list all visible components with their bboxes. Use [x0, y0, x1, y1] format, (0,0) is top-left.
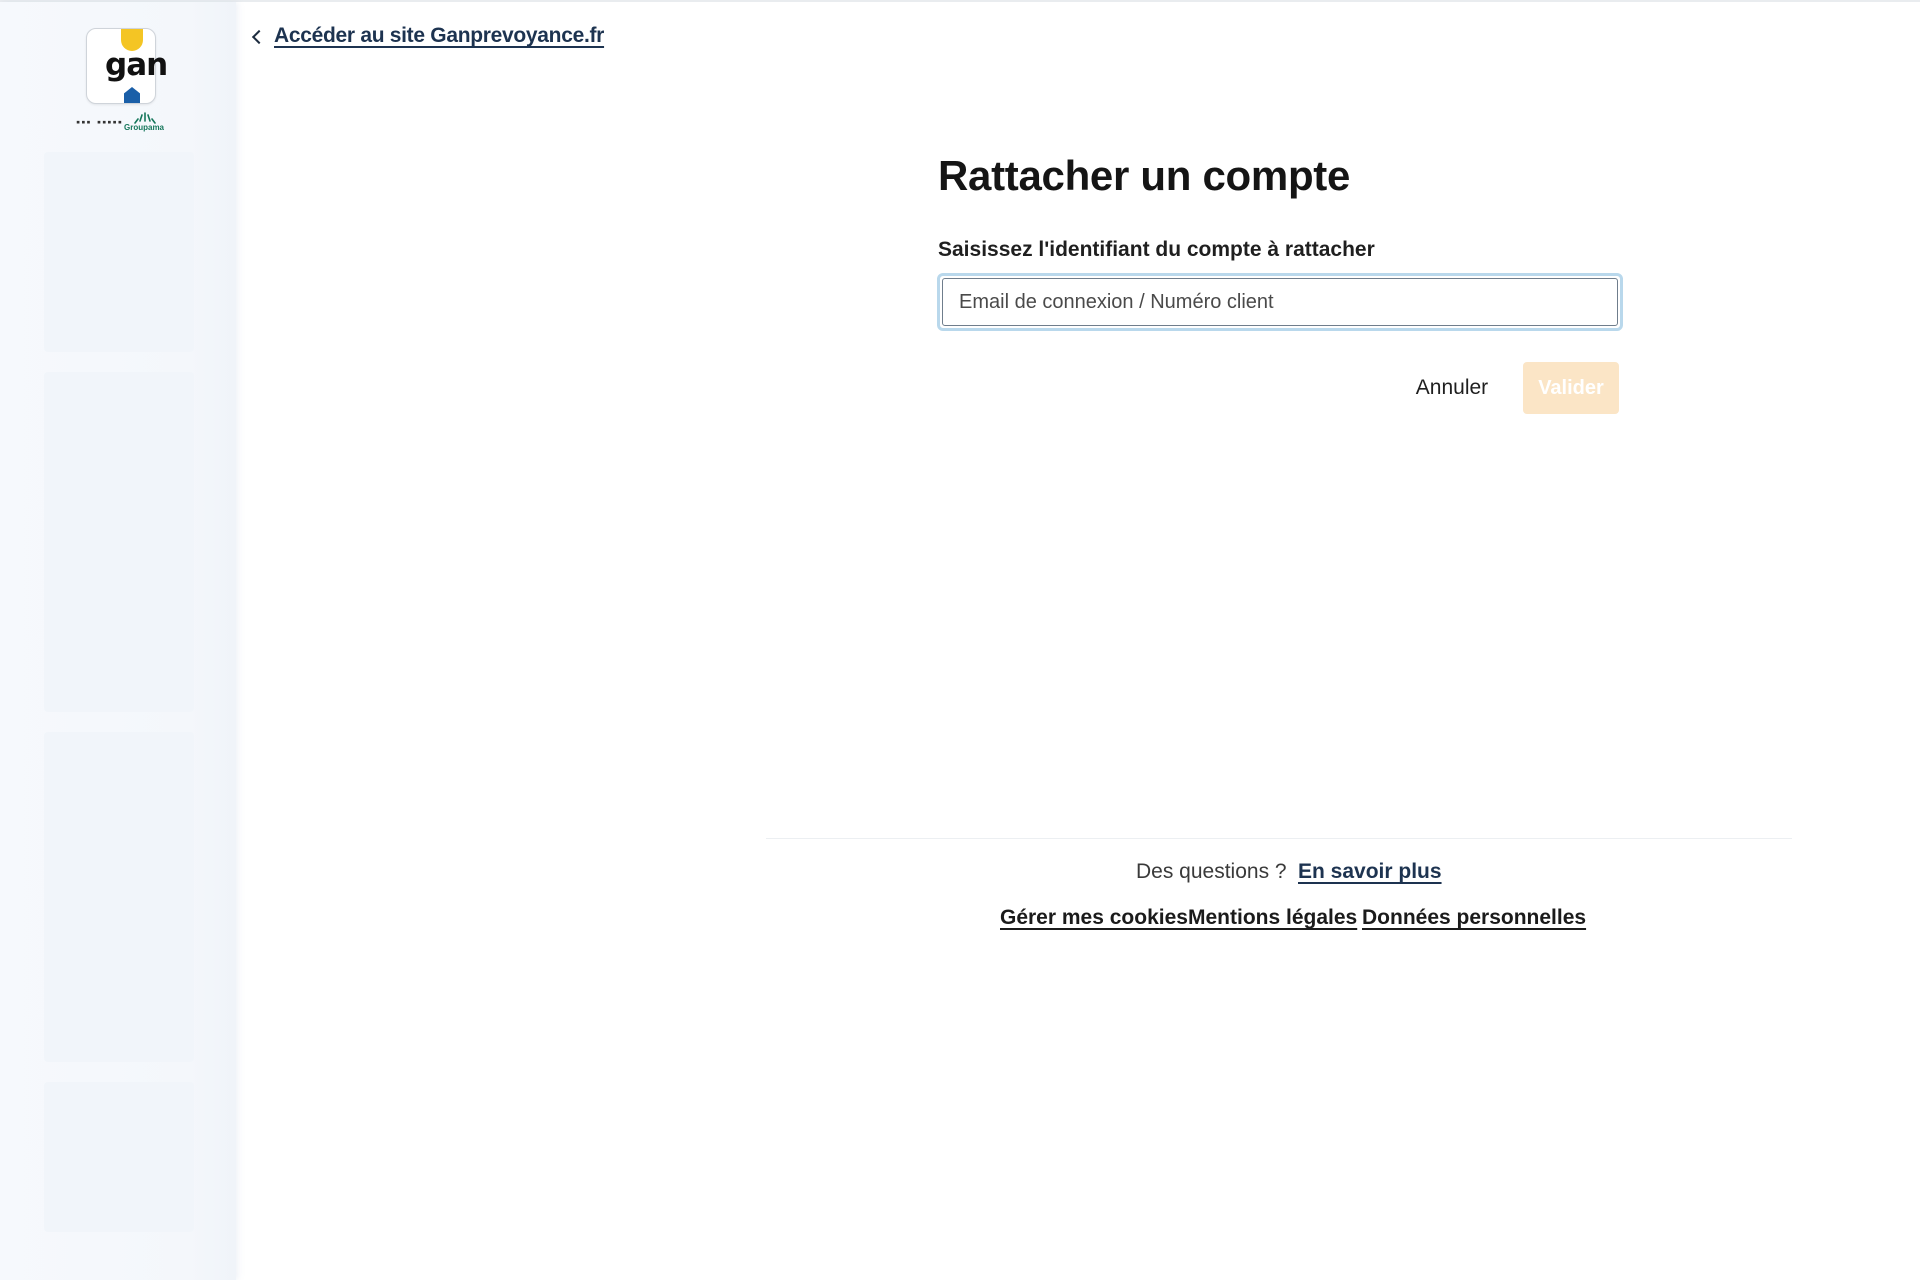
- manage-cookies-link[interactable]: Gérer mes cookies: [1000, 906, 1188, 930]
- sidebar-placeholder-block: [44, 152, 194, 352]
- logo-wordmark: gan: [105, 47, 168, 83]
- account-id-field-focus-ring: [937, 273, 1623, 331]
- logo-house-icon: [124, 87, 140, 103]
- account-id-input[interactable]: [942, 278, 1618, 326]
- cancel-button[interactable]: Annuler: [1398, 362, 1506, 414]
- logo-dots-decoration: ▪▪▪ ▪▪▪▪▪: [76, 118, 123, 126]
- learn-more-link[interactable]: En savoir plus: [1298, 860, 1442, 884]
- sidebar-placeholder-block: [44, 1082, 194, 1232]
- gan-logo[interactable]: gan ▪▪▪ ▪▪▪▪▪ Groupama: [74, 26, 168, 132]
- chevron-left-icon: [251, 29, 267, 44]
- back-to-site-link[interactable]: Accéder au site Ganprevoyance.fr: [251, 22, 605, 50]
- footer-divider: [766, 838, 1792, 839]
- sidebar-placeholder-block: [44, 372, 194, 712]
- footer-legal-links: Gérer mes cookies Mentions légales Donné…: [0, 906, 1920, 936]
- back-link-label: Accéder au site Ganprevoyance.fr: [274, 24, 605, 47]
- logo-group-signature: ▪▪▪ ▪▪▪▪▪ Groupama: [74, 112, 164, 132]
- sidebar-placeholder-block: [44, 732, 194, 1062]
- personal-data-link[interactable]: Données personnelles: [1362, 906, 1586, 930]
- footer-help-row: Des questions ? En savoir plus: [0, 860, 1920, 890]
- footer-question-text: Des questions ?: [1136, 860, 1287, 883]
- top-border: [0, 0, 1920, 2]
- logo-tile: gan: [86, 28, 168, 104]
- page-title: Rattacher un compte: [938, 152, 1351, 199]
- legal-notices-link[interactable]: Mentions légales: [1188, 906, 1357, 930]
- logo-group-name: Groupama: [124, 123, 165, 132]
- account-id-label: Saisissez l'identifiant du compte à ratt…: [938, 238, 1375, 261]
- submit-button[interactable]: Valider: [1523, 362, 1619, 414]
- sidebar: gan ▪▪▪ ▪▪▪▪▪ Groupama: [0, 2, 236, 1280]
